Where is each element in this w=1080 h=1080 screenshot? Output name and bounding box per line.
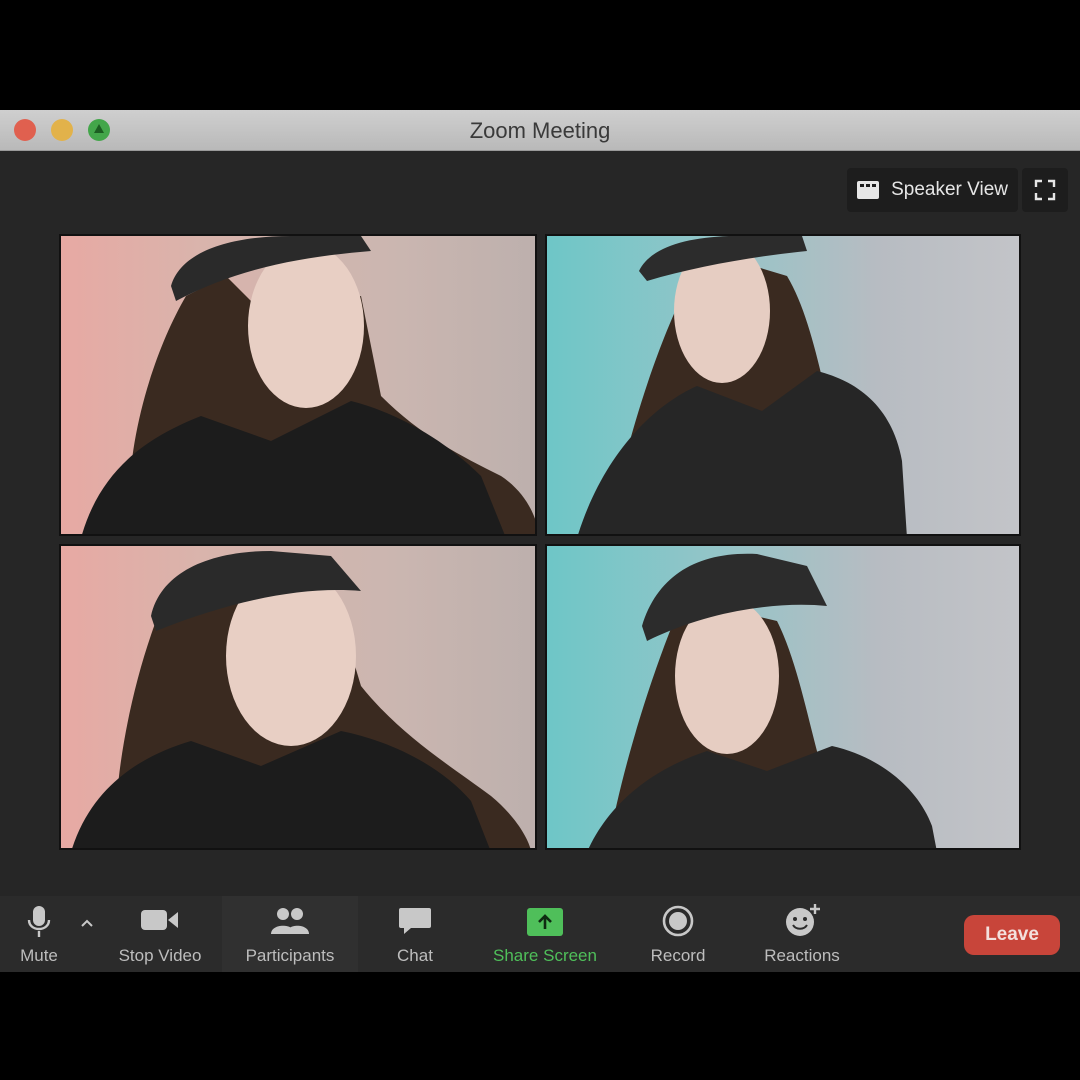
video-tile[interactable] bbox=[59, 544, 537, 850]
share-screen-button[interactable]: Share Screen bbox=[480, 896, 610, 972]
participant-video bbox=[588, 553, 937, 848]
participant-video bbox=[72, 551, 531, 848]
microphone-icon bbox=[27, 906, 51, 937]
chat-button[interactable]: Chat bbox=[370, 896, 460, 972]
participants-label: Participants bbox=[245, 946, 335, 965]
audio-options-button[interactable] bbox=[76, 896, 98, 972]
participants-button[interactable]: Participants bbox=[222, 896, 358, 972]
video-tile[interactable] bbox=[545, 544, 1021, 850]
record-label: Record bbox=[650, 946, 706, 965]
video-camera-icon bbox=[141, 910, 178, 930]
reactions-label: Reactions bbox=[764, 946, 840, 965]
chat-bubble-icon bbox=[399, 908, 431, 934]
leave-button[interactable]: Leave bbox=[964, 915, 1060, 955]
video-tile[interactable] bbox=[545, 234, 1021, 536]
speaker-view-label: Speaker View bbox=[891, 179, 1008, 200]
chevron-up-icon bbox=[81, 919, 93, 927]
share-screen-icon bbox=[527, 908, 563, 936]
record-icon bbox=[662, 905, 694, 937]
grid-view-icon bbox=[857, 181, 880, 199]
video-tile[interactable] bbox=[59, 234, 537, 536]
smiley-plus-icon bbox=[786, 904, 820, 936]
record-button[interactable]: Record bbox=[630, 896, 726, 972]
title-bar: Zoom Meeting bbox=[0, 110, 1080, 151]
share-screen-label: Share Screen bbox=[493, 946, 597, 965]
mute-label: Mute bbox=[20, 946, 58, 965]
participant-video bbox=[578, 236, 907, 534]
stop-video-button[interactable]: Stop Video bbox=[104, 896, 216, 972]
zoom-window: Zoom Meeting Speaker View Mute Stop Vide… bbox=[0, 110, 1080, 972]
fullscreen-icon bbox=[1034, 179, 1056, 201]
reactions-button[interactable]: Reactions bbox=[746, 896, 858, 972]
speaker-view-button[interactable]: Speaker View bbox=[847, 168, 1018, 212]
participant-video bbox=[82, 236, 535, 534]
participants-icon bbox=[271, 908, 309, 934]
chat-label: Chat bbox=[397, 946, 433, 965]
gallery-grid bbox=[59, 234, 1021, 850]
stop-video-label: Stop Video bbox=[118, 946, 202, 965]
fullscreen-button[interactable] bbox=[1022, 168, 1068, 212]
mute-button[interactable]: Mute bbox=[4, 896, 74, 972]
window-title: Zoom Meeting bbox=[469, 118, 611, 143]
meeting-toolbar: Mute Stop Video Participants Chat Share … bbox=[0, 896, 1080, 972]
